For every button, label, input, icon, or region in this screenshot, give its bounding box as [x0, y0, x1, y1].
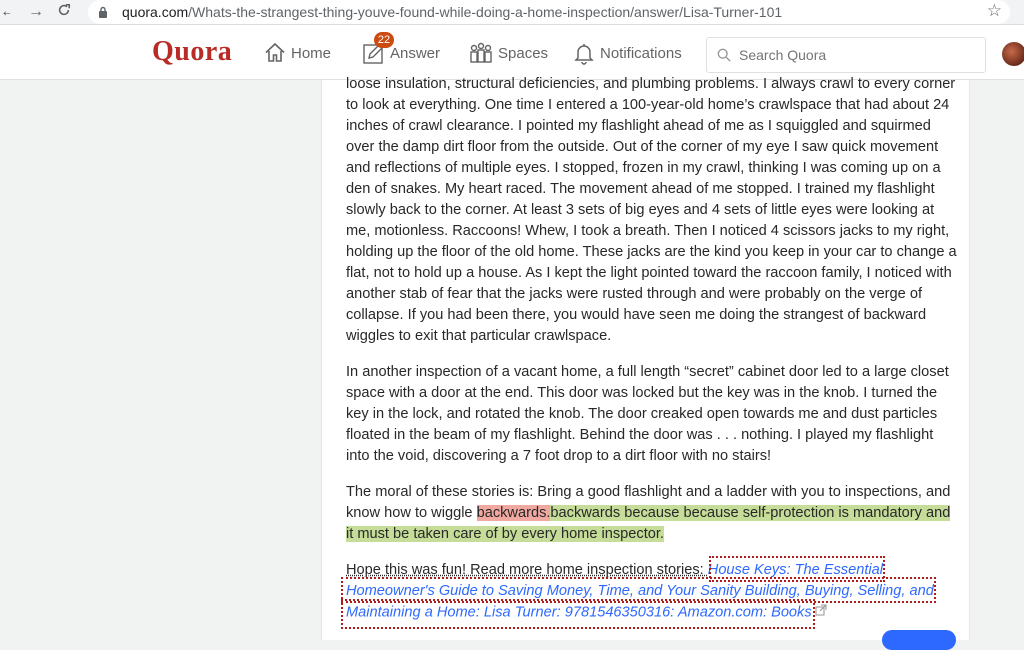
answer-paragraph-1: loose insulation, structural deficiencie… — [346, 76, 957, 344]
forward-arrow-icon[interactable]: → — [24, 3, 48, 21]
answer-paragraph-3: The moral of these stories is: Bring a g… — [346, 482, 958, 545]
nav-home[interactable]: Home — [263, 38, 331, 68]
browser-toolbar: ← → quora.com/Whats-the-strangest-thing-… — [0, 0, 1024, 25]
site-header: Quora Home 22 Answer Spaces Notification… — [0, 25, 1024, 80]
home-icon — [265, 42, 285, 62]
answer-count-badge: 22 — [374, 32, 394, 48]
lock-icon — [96, 6, 110, 18]
nav-spaces[interactable]: Spaces — [468, 38, 548, 68]
deleted-text-highlight: backwards. — [476, 505, 551, 521]
external-link-icon[interactable] — [815, 602, 827, 623]
search-input[interactable] — [737, 46, 981, 64]
closing-text: Hope this was fun! Read more home inspec… — [346, 562, 708, 578]
address-bar[interactable]: quora.com/Whats-the-strangest-thing-youv… — [88, 0, 1010, 24]
nav-home-label: Home — [291, 44, 332, 62]
quora-logo[interactable]: Quora — [152, 36, 232, 68]
bell-icon — [574, 44, 594, 65]
search-box[interactable] — [706, 37, 986, 73]
nav-notifications-label: Notifications — [600, 44, 682, 62]
nav-answer[interactable]: 22 Answer — [362, 32, 441, 68]
search-icon — [717, 48, 731, 62]
nav-spaces-label: Spaces — [498, 44, 549, 62]
reload-icon[interactable] — [52, 3, 76, 22]
url-text: quora.com/Whats-the-strangest-thing-youv… — [122, 4, 783, 20]
user-avatar[interactable] — [1002, 42, 1024, 66]
nav-answer-label: Answer — [390, 44, 441, 62]
answer-paragraph-4: Hope this was fun! Read more home inspec… — [346, 560, 958, 623]
spaces-icon — [470, 42, 492, 63]
nav-notifications[interactable]: Notifications — [572, 38, 682, 68]
answer-content: loose insulation, structural deficiencie… — [346, 74, 958, 638]
answer-paragraph-2: In another inspection of a vacant home, … — [346, 364, 949, 464]
back-arrow-icon[interactable]: ← — [0, 3, 10, 21]
star-icon[interactable]: ☆ — [987, 1, 1002, 21]
blue-action-button[interactable] — [882, 630, 956, 650]
